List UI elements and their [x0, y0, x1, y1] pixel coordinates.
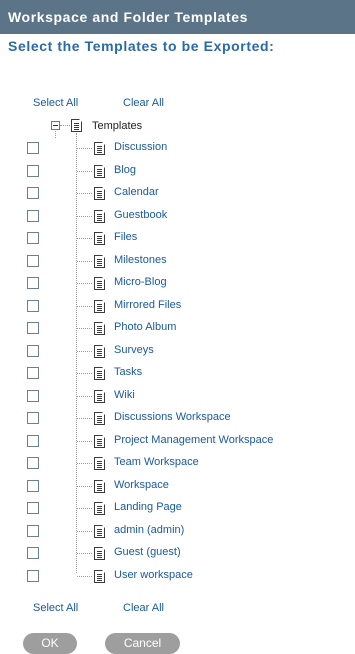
- template-checkbox[interactable]: [27, 232, 39, 244]
- template-document-icon: [94, 277, 105, 290]
- template-document-icon: [94, 390, 105, 403]
- template-document-icon: [94, 367, 105, 380]
- tree-branch-line: [77, 148, 92, 149]
- page-header: Workspace and Folder Templates: [0, 0, 355, 34]
- template-checkbox[interactable]: [27, 300, 39, 312]
- tree-branch-line: [77, 351, 92, 352]
- template-label[interactable]: Calendar: [114, 186, 159, 198]
- template-label[interactable]: User workspace: [114, 569, 193, 581]
- template-document-icon: [94, 322, 105, 335]
- template-checkbox[interactable]: [27, 502, 39, 514]
- clear-all-link-top[interactable]: Clear All: [123, 97, 164, 109]
- tree-branch-line: [77, 463, 92, 464]
- section-subtitle: Select the Templates to be Exported:: [8, 38, 275, 54]
- template-document-icon: [94, 435, 105, 448]
- template-label[interactable]: Project Management Workspace: [114, 434, 273, 446]
- template-document-icon: [94, 570, 105, 583]
- template-document-icon: [94, 547, 105, 560]
- tree-branch-line: [77, 553, 92, 554]
- template-checkbox[interactable]: [27, 525, 39, 537]
- template-document-icon: [94, 142, 105, 155]
- tree-root-label: Templates: [92, 120, 143, 132]
- template-checkbox[interactable]: [27, 142, 39, 154]
- template-document-icon: [94, 255, 105, 268]
- cancel-button[interactable]: Cancel: [105, 633, 180, 654]
- tree-branch-line: [77, 261, 92, 262]
- tree-branch-line: [77, 441, 92, 442]
- tree-branch-line: [77, 328, 92, 329]
- tree-branch-line: [77, 238, 92, 239]
- templates-folder-icon: [71, 119, 82, 132]
- template-document-icon: [94, 480, 105, 493]
- template-label[interactable]: Guest (guest): [114, 546, 181, 558]
- tree-branch-line: [77, 531, 92, 532]
- template-label[interactable]: Milestones: [114, 254, 167, 266]
- template-checkbox[interactable]: [27, 390, 39, 402]
- template-checkbox[interactable]: [27, 367, 39, 379]
- template-checkbox[interactable]: [27, 165, 39, 177]
- tree-collapse-icon[interactable]: [51, 121, 60, 130]
- tree-branch-line: [77, 306, 92, 307]
- template-label[interactable]: Landing Page: [114, 501, 182, 513]
- select-all-link-bottom[interactable]: Select All: [33, 602, 78, 614]
- tree-branch-line: [77, 216, 92, 217]
- template-label[interactable]: Mirrored Files: [114, 299, 181, 311]
- template-label[interactable]: Wiki: [114, 389, 135, 401]
- tree-branch-line: [77, 418, 92, 419]
- template-checkbox[interactable]: [27, 570, 39, 582]
- tree-branch-line: [77, 171, 92, 172]
- tree-branch-line: [77, 396, 92, 397]
- tree-branch-line: [77, 283, 92, 284]
- template-label[interactable]: Tasks: [114, 366, 142, 378]
- template-checkbox[interactable]: [27, 435, 39, 447]
- template-checkbox[interactable]: [27, 457, 39, 469]
- template-label[interactable]: Discussions Workspace: [114, 411, 231, 423]
- tree-trunk-line: [76, 133, 77, 573]
- template-document-icon: [94, 345, 105, 358]
- template-label[interactable]: Micro-Blog: [114, 276, 167, 288]
- clear-all-link-bottom[interactable]: Clear All: [123, 602, 164, 614]
- template-checkbox[interactable]: [27, 322, 39, 334]
- template-document-icon: [94, 232, 105, 245]
- template-document-icon: [94, 300, 105, 313]
- template-checkbox[interactable]: [27, 412, 39, 424]
- template-label[interactable]: Team Workspace: [114, 456, 199, 468]
- template-checkbox[interactable]: [27, 277, 39, 289]
- template-label[interactable]: Photo Album: [114, 321, 176, 333]
- tree-branch-line: [77, 508, 92, 509]
- template-checkbox[interactable]: [27, 345, 39, 357]
- template-label[interactable]: Guestbook: [114, 209, 167, 221]
- ok-button[interactable]: OK: [23, 633, 77, 654]
- tree-branch-line: [77, 486, 92, 487]
- template-checkbox[interactable]: [27, 187, 39, 199]
- template-document-icon: [94, 525, 105, 538]
- template-label[interactable]: Blog: [114, 164, 136, 176]
- tree-root-connector: [60, 125, 70, 126]
- template-checkbox[interactable]: [27, 547, 39, 559]
- template-checkbox[interactable]: [27, 255, 39, 267]
- template-document-icon: [94, 210, 105, 223]
- template-label[interactable]: Surveys: [114, 344, 154, 356]
- tree-branch-line: [77, 193, 92, 194]
- template-checkbox[interactable]: [27, 210, 39, 222]
- tree-branch-line: [77, 576, 92, 577]
- template-label[interactable]: admin (admin): [114, 524, 184, 536]
- template-label[interactable]: Discussion: [114, 141, 167, 153]
- template-label[interactable]: Workspace: [114, 479, 169, 491]
- page-title: Workspace and Folder Templates: [8, 9, 248, 25]
- select-all-link-top[interactable]: Select All: [33, 97, 78, 109]
- template-checkbox[interactable]: [27, 480, 39, 492]
- template-document-icon: [94, 187, 105, 200]
- template-document-icon: [94, 412, 105, 425]
- template-document-icon: [94, 457, 105, 470]
- template-document-icon: [94, 502, 105, 515]
- tree-branch-line: [77, 373, 92, 374]
- template-label[interactable]: Files: [114, 231, 137, 243]
- template-document-icon: [94, 165, 105, 178]
